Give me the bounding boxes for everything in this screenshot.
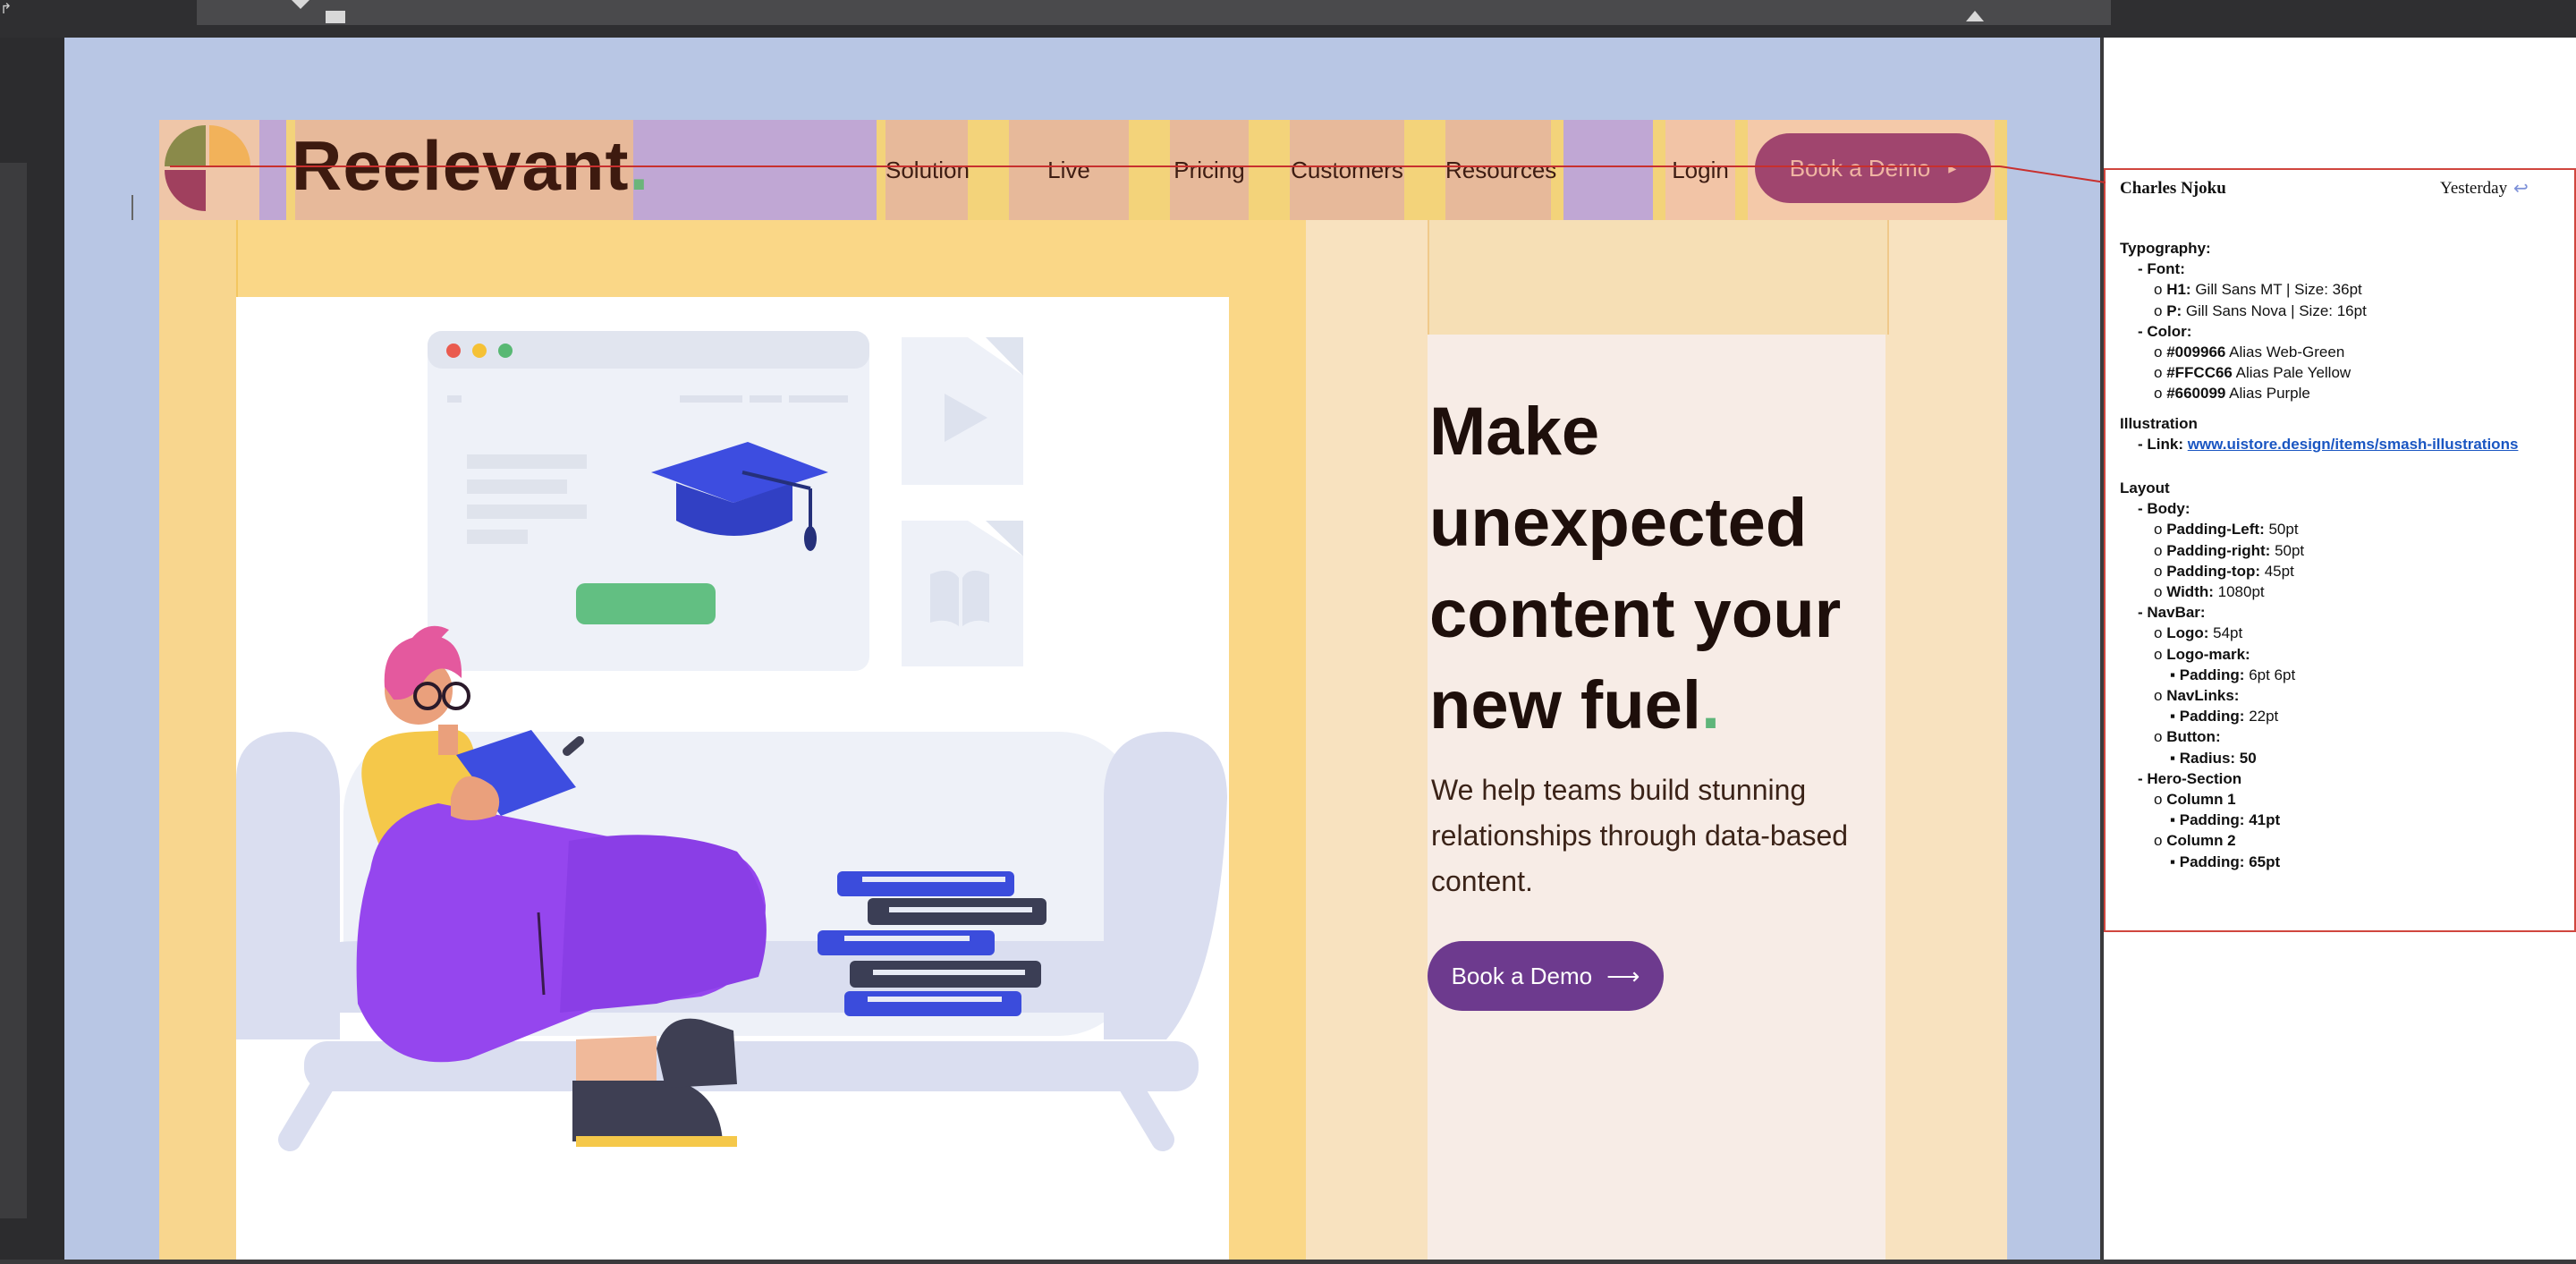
nav-link-customers[interactable]: Customers (1290, 120, 1404, 220)
right-margin-marker-icon[interactable] (1966, 11, 1984, 21)
padding-guide (877, 120, 886, 220)
nav-link-live-content[interactable]: Live content (1009, 120, 1129, 284)
hero-book-demo-label: Book a Demo (1451, 962, 1593, 989)
hero-book-demo-button[interactable]: Book a Demo ⟶ (1428, 941, 1664, 1011)
nav-book-demo-button[interactable]: Book a Demo ▸ (1755, 133, 1991, 203)
comment-line: o Padding-Left: 50pt (2154, 521, 2299, 539)
corner-icon: ↱ (0, 2, 13, 17)
logo-mark (159, 120, 259, 220)
padding-guide (1428, 220, 1889, 335)
arrow-right-icon: ▸ (1948, 158, 1957, 177)
left-ruler (0, 38, 64, 1260)
comment-line: o Button: (2154, 728, 2221, 746)
comment-line: - Font: (2138, 260, 2185, 278)
comment-line: o Logo-mark: (2154, 645, 2250, 663)
comment-line: ▪ Padding: 41pt (2170, 811, 2281, 829)
comment-line: Layout (2120, 479, 2170, 496)
hero-subtitle: We help teams build stunning relationshi… (1431, 774, 1849, 897)
comment-line: - Body: (2138, 500, 2190, 518)
top-ruler: ↱ (0, 0, 2576, 38)
comment-line: o Column 2 (2154, 832, 2236, 850)
padding-guide (1249, 120, 1290, 220)
hero-title-line: Make (1429, 394, 1600, 470)
comment-timestamp: Yesterday (2440, 179, 2508, 198)
comment-line: ▪ Padding: 65pt (2170, 853, 2281, 870)
padding-guide (968, 120, 1009, 220)
padding-guide (1129, 120, 1170, 220)
comment-line: ▪ Padding: 22pt (2170, 708, 2279, 725)
arrow-right-icon: ⟶ (1606, 962, 1640, 989)
comment-line: Illustration (2120, 414, 2198, 432)
comment-line: o Column 1 (2154, 791, 2236, 808)
padding-guide (259, 120, 286, 220)
nav-book-demo-label: Book a Demo (1789, 154, 1931, 182)
gap-guide (1563, 120, 1653, 220)
comment-line: o Padding-right: 50pt (2154, 541, 2305, 559)
comment-line: ▪ Padding: 6pt 6pt (2170, 666, 2296, 683)
logo[interactable]: Reelevant. (292, 125, 649, 207)
hero-title-line: content your (1429, 576, 1842, 652)
comment-line: - Hero-Section (2138, 769, 2242, 787)
ruler-track (197, 0, 2111, 25)
comment-line: o #660099 Alias Purple (2154, 385, 2310, 403)
comment-line: o NavLinks: (2154, 687, 2240, 704)
comment-line: o #FFCC66 Alias Pale Yellow (2154, 364, 2351, 382)
logo-mark-icon (165, 125, 250, 211)
comment-author: Charles Njoku (2120, 179, 2226, 198)
nav-link-login[interactable]: Login (1665, 120, 1735, 220)
reply-icon[interactable]: ↩ (2513, 177, 2529, 199)
navbar: Reelevant. Solution Live content Pricing… (159, 120, 2007, 284)
hero-illustration (236, 297, 1229, 1260)
padding-guide (1404, 120, 1445, 220)
padding-guide (1995, 120, 2007, 220)
indent-marker-icon[interactable] (292, 0, 309, 9)
comment-line: - Color: (2138, 322, 2192, 340)
gap-guide (633, 120, 877, 220)
hero-title-line: unexpected (1429, 485, 1808, 561)
comment-line: o #009966 Alias Web-Green (2154, 344, 2345, 361)
nav-link-pricing[interactable]: Pricing (1170, 120, 1249, 220)
reading-woman-illustration (236, 331, 1227, 1151)
padding-guide (1653, 120, 1665, 220)
nav-link-resources[interactable]: Resources (1445, 120, 1556, 220)
comment-line: o Logo: 54pt (2154, 624, 2243, 642)
comment-line[interactable]: - Link: www.uistore.design/items/smash-i… (2138, 436, 2518, 454)
comment-line: o P: Gill Sans Nova | Size: 16pt (2154, 301, 2367, 319)
comment-line: - NavBar: (2138, 604, 2206, 622)
nav-link-solution[interactable]: Solution (886, 120, 970, 220)
left-margin-marker-icon[interactable] (326, 11, 345, 23)
comment-line: o Width: 1080pt (2154, 583, 2265, 600)
comment-line: ▪ Radius: 50 (2170, 749, 2257, 767)
comment-line: Typography: (2120, 240, 2211, 257)
hero-title-line: new fuel. (1429, 667, 1721, 743)
illustration-link[interactable]: www.uistore.design/items/smash-illustrat… (2188, 436, 2519, 453)
padding-guide (1735, 120, 1748, 220)
comment-line: o Padding-top: 45pt (2154, 562, 2294, 580)
comment-line: o H1: Gill Sans MT | Size: 36pt (2154, 281, 2362, 299)
hero-title: Make unexpected content your new fuel. (1429, 386, 1894, 751)
